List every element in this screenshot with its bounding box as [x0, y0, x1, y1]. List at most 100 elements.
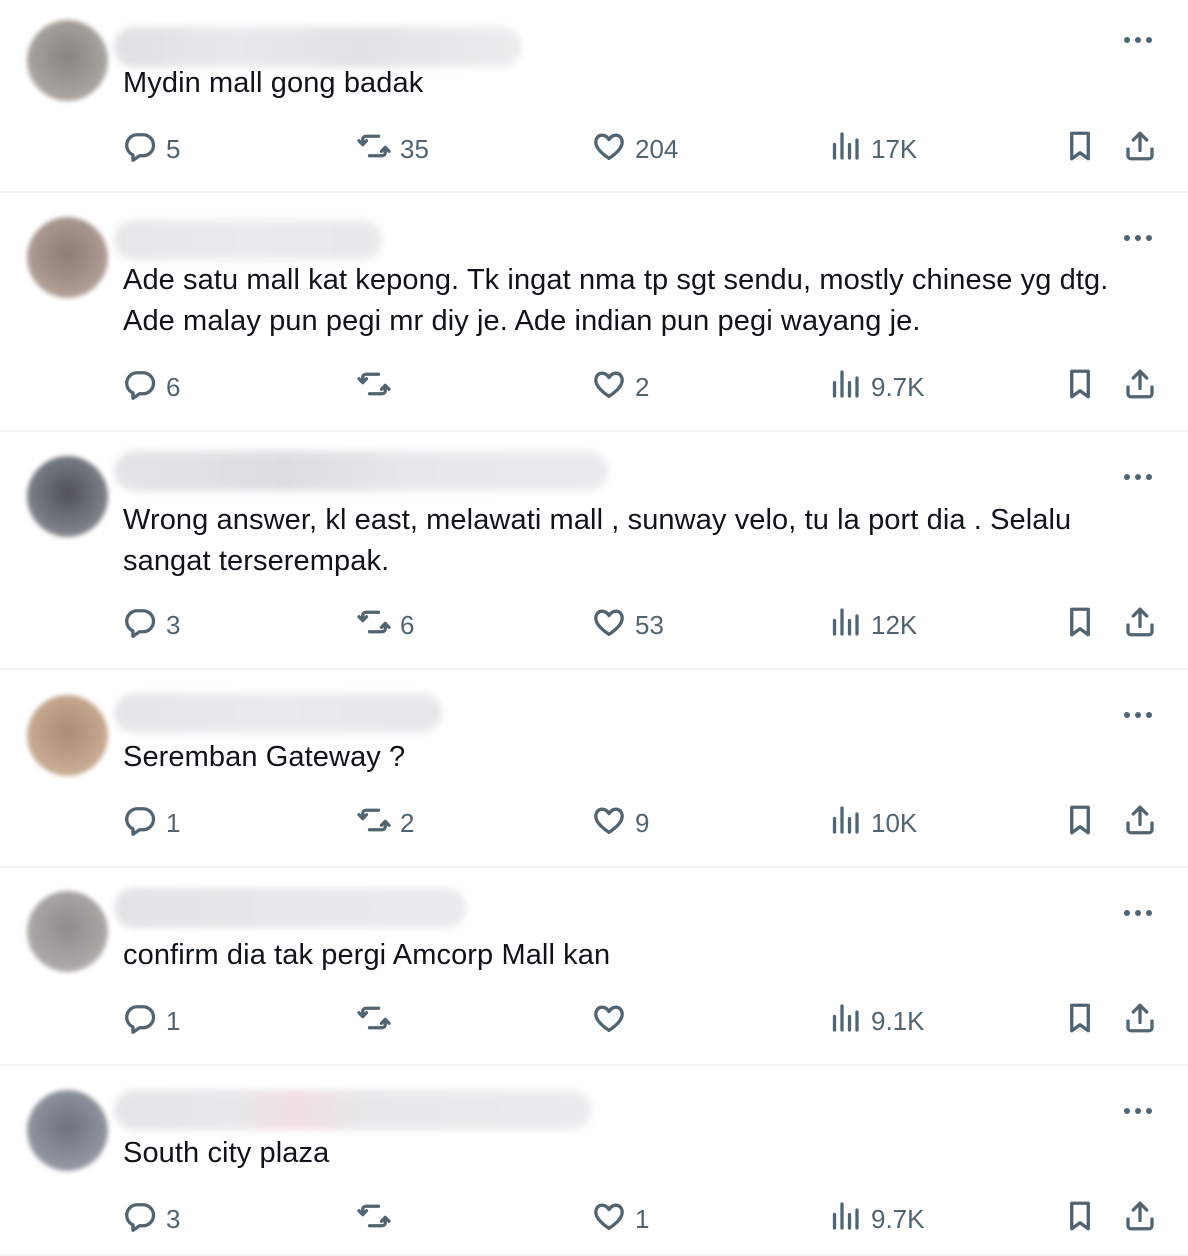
speech-bubble-icon: [122, 604, 158, 647]
reply-button[interactable]: 1: [122, 803, 180, 843]
reply-text: South city plaza: [123, 1137, 330, 1169]
avatar[interactable]: [27, 891, 108, 972]
repost-button[interactable]: [356, 1001, 400, 1041]
reply-count: 3: [166, 1203, 181, 1234]
reply-button[interactable]: 1: [122, 1001, 180, 1041]
bookmark-icon: [1062, 128, 1098, 171]
reply-button[interactable]: 6: [122, 367, 180, 407]
bookmark-icon: [1062, 366, 1098, 409]
reply-button[interactable]: 3: [122, 1199, 180, 1239]
bar-chart-icon: [827, 1198, 863, 1241]
avatar[interactable]: [27, 695, 108, 776]
share-upload-icon: [1122, 802, 1158, 845]
view-count: 9.7K: [871, 371, 925, 402]
bookmark-button[interactable]: [1062, 129, 1098, 169]
reply-post[interactable]: Wrong answer, kl east, melawati mall , s…: [0, 432, 1188, 670]
repost-button[interactable]: 35: [356, 129, 429, 169]
more-dots-icon[interactable]: [1124, 712, 1154, 720]
share-button[interactable]: [1122, 605, 1158, 645]
more-dots-icon[interactable]: [1124, 474, 1154, 482]
speech-bubble-icon: [122, 802, 158, 845]
avatar[interactable]: [27, 217, 108, 298]
reply-count: 1: [166, 807, 181, 838]
reply-button[interactable]: 5: [122, 129, 180, 169]
reply-text: confirm dia tak pergi Amcorp Mall kan: [123, 939, 611, 971]
author-name-blurred[interactable]: [114, 220, 382, 260]
like-button[interactable]: 53: [591, 605, 664, 645]
retweet-arrows-icon: [356, 802, 392, 845]
heart-icon: [591, 128, 627, 171]
share-button[interactable]: [1122, 367, 1158, 407]
views-button[interactable]: 12K: [827, 605, 917, 645]
avatar[interactable]: [27, 456, 108, 537]
more-dots-icon[interactable]: [1124, 37, 1154, 45]
like-button[interactable]: 2: [591, 367, 649, 407]
speech-bubble-icon: [122, 366, 158, 409]
replies-feed: Mydin mall gong badak 5 35 204 17K Ade s…: [0, 0, 1188, 1256]
author-name-blurred[interactable]: [114, 693, 442, 733]
like-button[interactable]: [591, 1001, 635, 1041]
views-button[interactable]: 9.7K: [827, 367, 925, 407]
reply-post[interactable]: confirm dia tak pergi Amcorp Mall kan 1 …: [0, 868, 1188, 1066]
bookmark-icon: [1062, 1000, 1098, 1043]
avatar[interactable]: [27, 20, 108, 101]
share-upload-icon: [1122, 604, 1158, 647]
bookmark-icon: [1062, 604, 1098, 647]
share-button[interactable]: [1122, 129, 1158, 169]
view-count: 17K: [871, 133, 918, 164]
like-count: 2: [635, 371, 650, 402]
repost-button[interactable]: [356, 1199, 400, 1239]
like-button[interactable]: 204: [591, 129, 678, 169]
share-button[interactable]: [1122, 1199, 1158, 1239]
repost-button[interactable]: 6: [356, 605, 414, 645]
author-name-blurred[interactable]: [114, 1090, 592, 1130]
share-upload-icon: [1122, 128, 1158, 171]
reply-button[interactable]: 3: [122, 605, 180, 645]
author-name-blurred[interactable]: [114, 888, 466, 928]
bookmark-button[interactable]: [1062, 605, 1098, 645]
like-count: 204: [635, 133, 679, 164]
views-button[interactable]: 10K: [827, 803, 917, 843]
more-dots-icon[interactable]: [1124, 235, 1154, 243]
view-count: 9.7K: [871, 1203, 925, 1234]
view-count: 12K: [871, 609, 918, 640]
avatar[interactable]: [27, 1090, 108, 1171]
share-button[interactable]: [1122, 803, 1158, 843]
more-dots-icon[interactable]: [1124, 910, 1154, 918]
share-upload-icon: [1122, 1000, 1158, 1043]
share-button[interactable]: [1122, 1001, 1158, 1041]
action-bar: 1 2 9 10K: [0, 803, 1188, 843]
views-button[interactable]: 9.7K: [827, 1199, 925, 1239]
repost-button[interactable]: 2: [356, 803, 414, 843]
heart-icon: [591, 604, 627, 647]
author-name-blurred[interactable]: [114, 451, 608, 491]
heart-icon: [591, 366, 627, 409]
like-button[interactable]: 9: [591, 803, 649, 843]
reply-post[interactable]: Mydin mall gong badak 5 35 204 17K: [0, 0, 1188, 193]
bar-chart-icon: [827, 366, 863, 409]
retweet-arrows-icon: [356, 1198, 392, 1241]
bookmark-button[interactable]: [1062, 1199, 1098, 1239]
reply-count: 6: [166, 371, 181, 402]
reply-count: 3: [166, 609, 181, 640]
action-bar: 1 9.1K: [0, 1001, 1188, 1041]
reply-post[interactable]: Seremban Gateway ? 1 2 9 10K: [0, 670, 1188, 868]
bar-chart-icon: [827, 1000, 863, 1043]
bookmark-button[interactable]: [1062, 1001, 1098, 1041]
more-dots-icon[interactable]: [1124, 1108, 1154, 1116]
repost-button[interactable]: [356, 367, 400, 407]
like-button[interactable]: 1: [591, 1199, 649, 1239]
reply-post[interactable]: South city plaza 3 1 9.7K: [0, 1066, 1188, 1256]
bookmark-icon: [1062, 1198, 1098, 1241]
author-name-blurred[interactable]: [114, 27, 522, 67]
speech-bubble-icon: [122, 1198, 158, 1241]
share-upload-icon: [1122, 1198, 1158, 1241]
views-button[interactable]: 17K: [827, 129, 917, 169]
reply-post[interactable]: Ade satu mall kat kepong. Tk ingat nma t…: [0, 193, 1188, 432]
like-count: 9: [635, 807, 650, 838]
bookmark-button[interactable]: [1062, 367, 1098, 407]
views-button[interactable]: 9.1K: [827, 1001, 925, 1041]
bookmark-button[interactable]: [1062, 803, 1098, 843]
reply-text: Mydin mall gong badak: [123, 67, 424, 99]
like-count: 53: [635, 609, 664, 640]
